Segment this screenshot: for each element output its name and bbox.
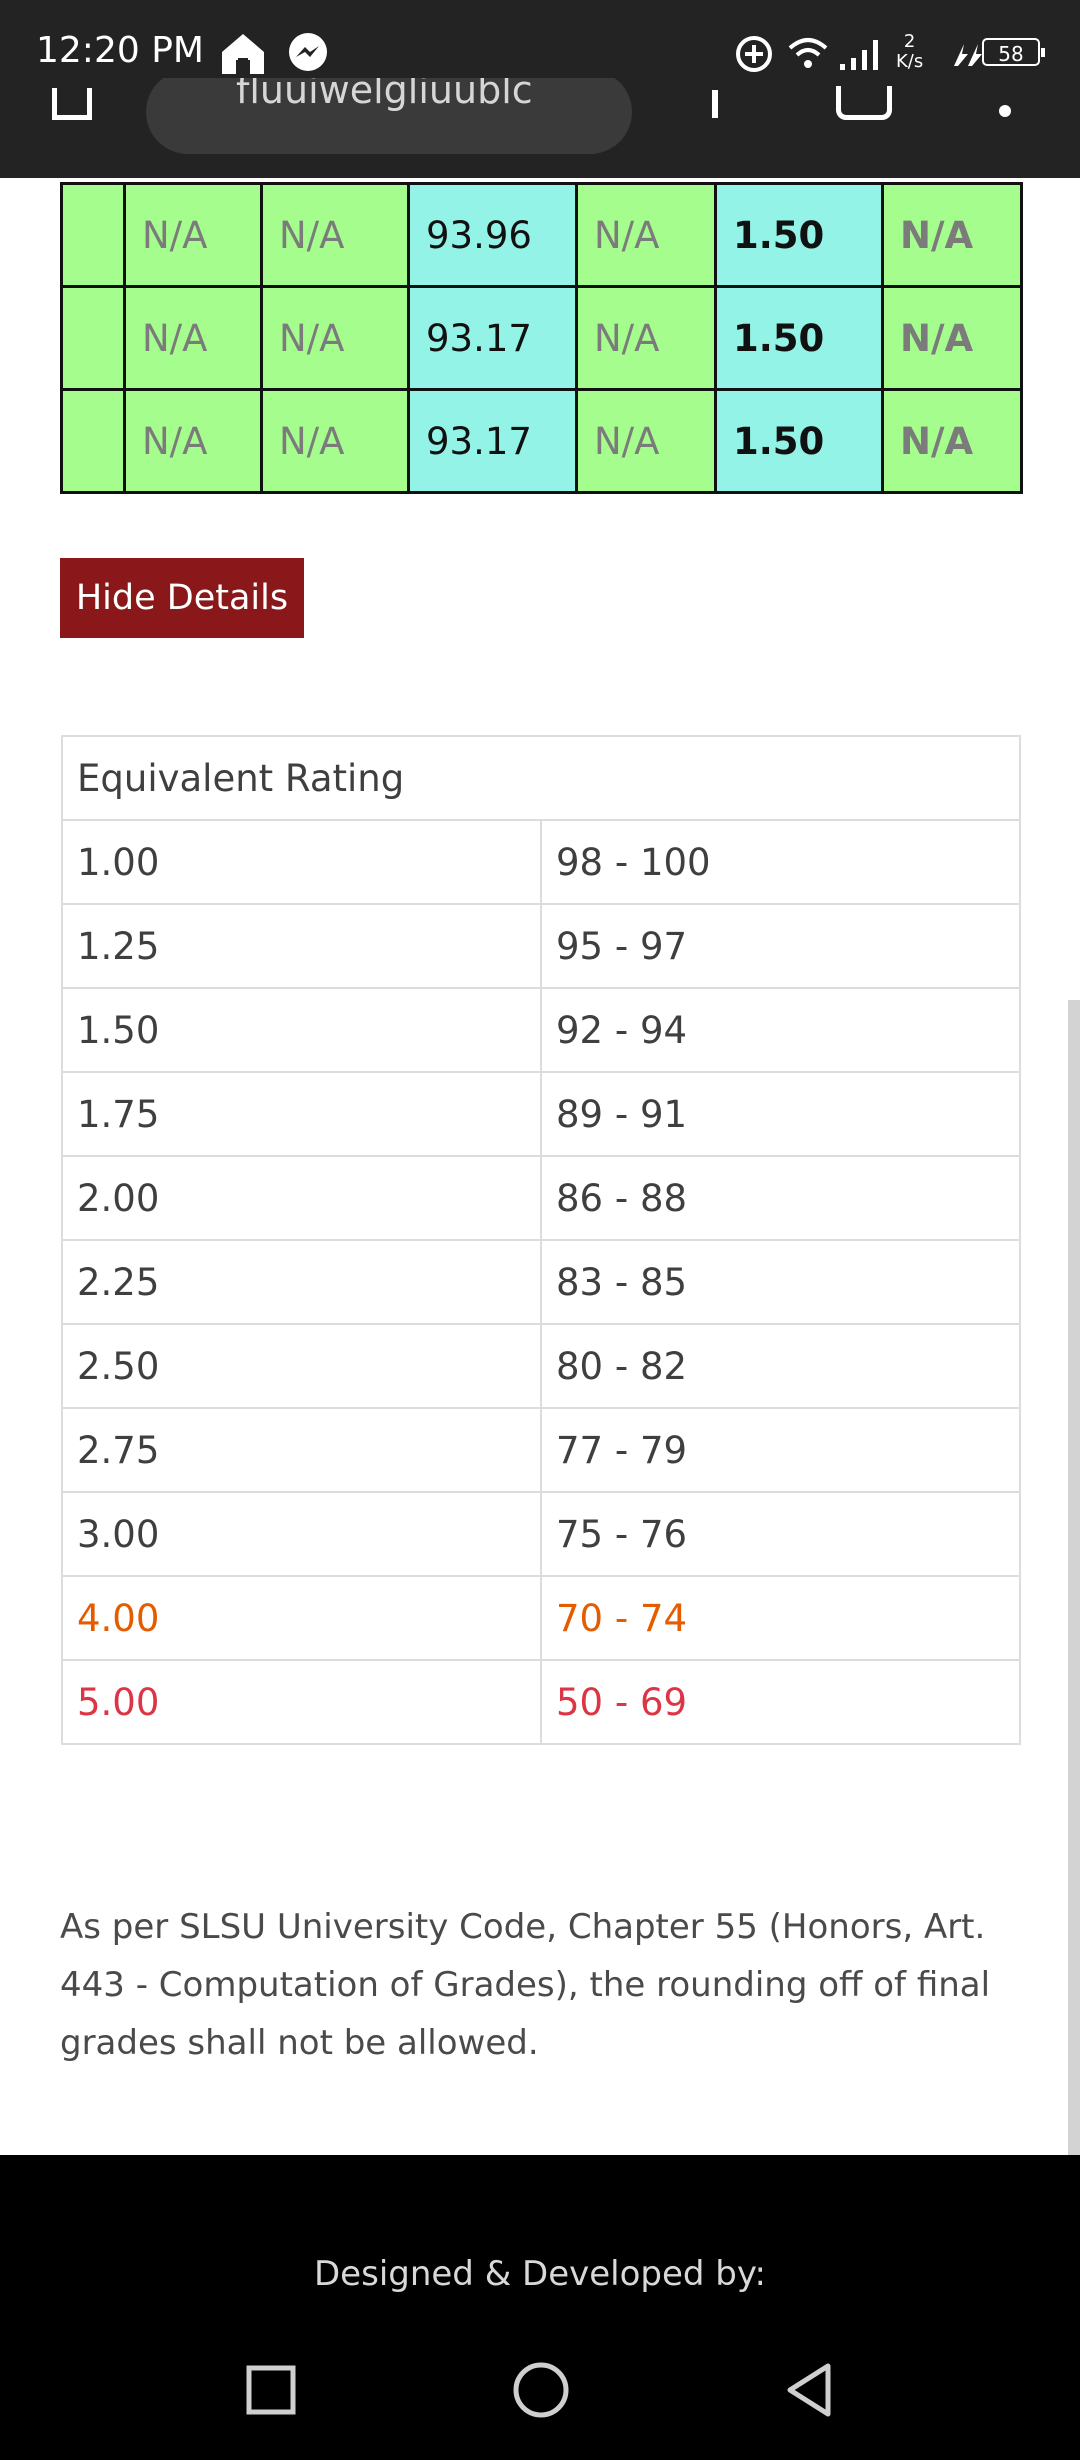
equivalent-rating-row: 1.00 98 - 100 <box>61 819 1021 905</box>
grade-range-cell: 92 - 94 <box>540 987 1021 1073</box>
grades-row: N/A N/A 93.96 N/A 1.50 N/A <box>60 182 1023 288</box>
grades-cell: N/A <box>575 182 717 288</box>
rating-cell: 2.75 <box>61 1407 542 1493</box>
home-nav-icon[interactable] <box>512 2361 570 2423</box>
grade-range-cell: 98 - 100 <box>540 819 1021 905</box>
equivalent-rating-body: Equivalent Rating 1.00 98 - 100 1.25 95 - 9… <box>61 735 1021 1745</box>
grades-cell: N/A <box>260 285 410 391</box>
grades-cell <box>60 182 126 288</box>
rating-cell: 2.50 <box>61 1323 542 1409</box>
grades-row: N/A N/A 93.17 N/A 1.50 N/A <box>60 285 1023 391</box>
grades-cell: 93.17 <box>407 388 578 494</box>
url-bar[interactable]: fluuiwelgliuublc <box>146 70 632 154</box>
charging-icon <box>950 40 984 72</box>
network-speed-unit: K/s <box>896 51 924 72</box>
grade-range-cell: 75 - 76 <box>540 1491 1021 1577</box>
wifi-icon <box>786 34 830 78</box>
data-saver-icon <box>734 34 774 78</box>
status-bar: 12:20 PM 2 K/s 58 <box>0 0 1080 78</box>
tabs-icon[interactable] <box>836 86 892 120</box>
grades-cell: N/A <box>575 388 717 494</box>
equivalent-rating-row: 2.25 83 - 85 <box>61 1239 1021 1325</box>
network-speed-value: 2 <box>903 31 916 52</box>
home-icon[interactable] <box>52 88 92 120</box>
rating-cell: 4.00 <box>61 1575 542 1661</box>
grades-cell: 93.96 <box>407 182 578 288</box>
rating-cell: 5.00 <box>61 1659 542 1745</box>
grades-cell: N/A <box>575 285 717 391</box>
messenger-icon <box>286 31 330 79</box>
grades-table-body: N/A N/A 93.96 N/A 1.50 N/A N/A N/A 93.17 N/A 1.50 N… <box>60 182 1023 494</box>
network-speed: 2 K/s <box>896 32 923 72</box>
page-scrollbar[interactable] <box>1068 1000 1080 2176</box>
status-and-browser-bar: fluuiwelgliuublc 12:20 PM 2 K/s 58 <box>0 0 1080 178</box>
rating-cell: 1.00 <box>61 819 542 905</box>
grade-range-cell: 77 - 79 <box>540 1407 1021 1493</box>
equivalent-rating-header-row: Equivalent Rating <box>61 735 1021 821</box>
battery-indicator: 58 <box>982 38 1045 66</box>
equivalent-rating-row: 4.00 70 - 74 <box>61 1575 1021 1661</box>
rating-cell: 1.25 <box>61 903 542 989</box>
grades-cell <box>60 285 126 391</box>
equivalent-rating-row: 5.00 50 - 69 <box>61 1659 1021 1745</box>
back-nav-icon[interactable] <box>784 2361 834 2423</box>
grades-cell: 93.17 <box>407 285 578 391</box>
grades-cell: N/A <box>260 388 410 494</box>
new-tab-icon[interactable] <box>712 90 718 118</box>
grades-cell: 1.50 <box>714 388 884 494</box>
grades-cell: N/A <box>123 388 263 494</box>
grades-cell <box>60 388 126 494</box>
rating-cell: 1.75 <box>61 1071 542 1157</box>
grades-cell: N/A <box>881 388 1023 494</box>
recent-apps-icon[interactable] <box>246 2365 296 2419</box>
footer-credit: Designed & Developed by: <box>314 2254 766 2294</box>
grade-range-cell: 95 - 97 <box>540 903 1021 989</box>
equivalent-rating-row: 3.00 75 - 76 <box>61 1491 1021 1577</box>
grades-cell: N/A <box>260 182 410 288</box>
grading-note: As per SLSU University Code, Chapter 55 … <box>60 1907 991 2063</box>
grade-range-cell: 70 - 74 <box>540 1575 1021 1661</box>
equivalent-rating-row: 2.75 77 - 79 <box>61 1407 1021 1493</box>
rating-cell: 2.00 <box>61 1155 542 1241</box>
equivalent-rating-row: 1.75 89 - 91 <box>61 1071 1021 1157</box>
grades-row: N/A N/A 93.17 N/A 1.50 N/A <box>60 388 1023 494</box>
grades-cell: N/A <box>881 285 1023 391</box>
grades-cell: N/A <box>881 182 1023 288</box>
home-app-icon <box>218 30 268 80</box>
grades-cell: N/A <box>123 182 263 288</box>
signal-icon <box>838 38 884 76</box>
equivalent-rating-table: Equivalent Rating 1.00 98 - 100 1.25 95 - 9… <box>61 735 1021 1745</box>
grade-range-cell: 80 - 82 <box>540 1323 1021 1409</box>
rating-cell: 1.50 <box>61 987 542 1073</box>
equivalent-rating-header: Equivalent Rating <box>61 735 1021 821</box>
grades-cell: 1.50 <box>714 285 884 391</box>
grades-cell: N/A <box>123 285 263 391</box>
grades-table: N/A N/A 93.96 N/A 1.50 N/A N/A N/A 93.17 N/A 1.50 N… <box>60 182 1023 494</box>
grade-range-cell: 83 - 85 <box>540 1239 1021 1325</box>
equivalent-rating-row: 2.50 80 - 82 <box>61 1323 1021 1409</box>
hide-details-button[interactable]: Hide Details <box>60 558 304 638</box>
status-time: 12:20 PM <box>36 30 204 71</box>
grade-range-cell: 86 - 88 <box>540 1155 1021 1241</box>
equivalent-rating-row: 1.50 92 - 94 <box>61 987 1021 1073</box>
grade-range-cell: 50 - 69 <box>540 1659 1021 1745</box>
grade-range-cell: 89 - 91 <box>540 1071 1021 1157</box>
menu-icon[interactable] <box>999 105 1011 117</box>
equivalent-rating-row: 2.00 86 - 88 <box>61 1155 1021 1241</box>
grades-cell: 1.50 <box>714 182 884 288</box>
rating-cell: 2.25 <box>61 1239 542 1325</box>
equivalent-rating-row: 1.25 95 - 97 <box>61 903 1021 989</box>
rating-cell: 3.00 <box>61 1491 542 1577</box>
